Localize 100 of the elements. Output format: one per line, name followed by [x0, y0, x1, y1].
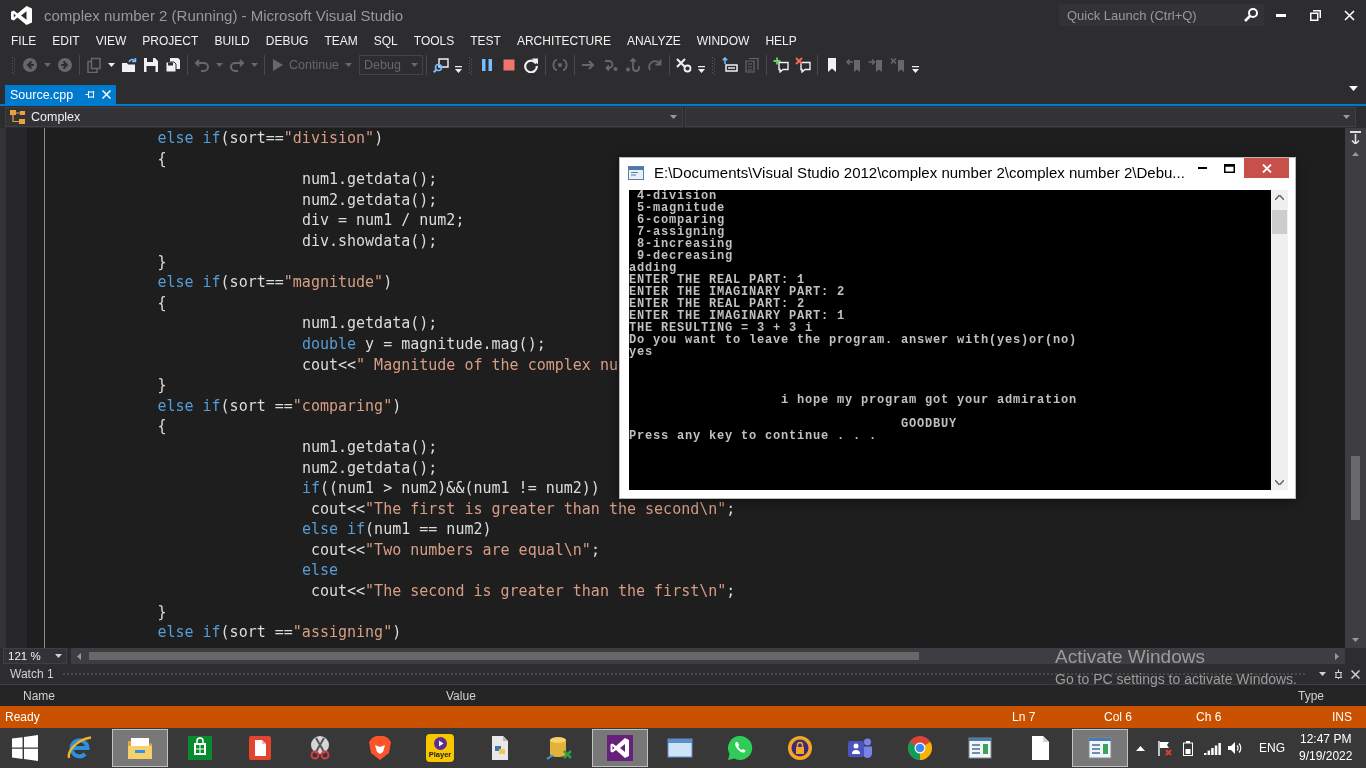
column-header[interactable]: Type — [1298, 688, 1366, 703]
close-button[interactable] — [1244, 158, 1289, 178]
scrollbar-thumb[interactable] — [1351, 456, 1360, 520]
menu-item[interactable]: TEAM — [316, 30, 366, 51]
quick-launch-field[interactable]: Quick Launch (Ctrl+Q) — [1059, 4, 1264, 26]
caret-icon[interactable] — [1349, 86, 1358, 91]
stop-icon[interactable] — [501, 57, 518, 73]
pin-icon[interactable] — [1334, 669, 1343, 679]
floppy-disk-icon[interactable] — [143, 57, 159, 73]
scrollbar-thumb[interactable] — [89, 652, 919, 660]
menu-item[interactable]: FILE — [3, 30, 45, 51]
comment-plus-icon[interactable] — [773, 57, 790, 73]
scope-dropdown[interactable]: Complex — [5, 107, 683, 127]
code-line: num1.getdata(); — [301, 314, 438, 333]
window-title: complex number 2 (Running) - Microsoft Visual Studio — [44, 6, 404, 24]
menu-item[interactable]: DEBUG — [257, 30, 317, 51]
menu-item[interactable]: PROJECT — [134, 30, 207, 51]
zoom-dropdown[interactable]: 121 % — [3, 648, 67, 664]
shopping-bag-icon — [186, 734, 214, 762]
caret-left-icon[interactable] — [77, 652, 81, 660]
console-line: 9-decreasing — [637, 249, 734, 263]
menu-item[interactable]: HELP — [757, 30, 805, 51]
menu-item[interactable]: SQL — [365, 30, 406, 51]
column-header[interactable]: Name — [23, 688, 446, 703]
menu-item[interactable]: ANALYZE — [618, 30, 689, 51]
document-tile-icon — [246, 734, 274, 762]
line-indicator: Ln 7 — [1012, 710, 1037, 724]
caret-down-icon[interactable] — [1352, 638, 1359, 642]
menu-item[interactable]: TOOLS — [405, 30, 463, 51]
menu-item[interactable]: WINDOW — [688, 30, 758, 51]
floppy-disks-icon[interactable] — [165, 57, 181, 73]
code-line: { — [157, 149, 167, 168]
insert-mode-indicator: INS — [1332, 710, 1353, 724]
clock-time[interactable]: 12:47 PM — [1300, 731, 1352, 748]
caret-icon — [55, 654, 62, 658]
console-line: Press any key to continue . . . — [629, 429, 878, 443]
code-line: num1.getdata(); — [301, 170, 438, 189]
padlock-icon — [786, 734, 814, 762]
flag-icon[interactable] — [1157, 740, 1172, 756]
console-line: 4-division — [637, 190, 718, 203]
console-line: ENTER THE REAL PART: 2 — [629, 297, 806, 311]
code-line: { — [157, 293, 167, 312]
status-message: Ready — [4, 710, 41, 724]
code-line: } — [157, 602, 167, 621]
caret-icon — [1343, 115, 1350, 119]
battery-icon[interactable] — [1182, 740, 1194, 756]
overflow-caret-icon[interactable] — [698, 65, 706, 73]
console-title: E:\Documents\Visual Studio 2012\complex number 2\complex number 2\Debu... — [654, 164, 1185, 181]
chevron-up-icon[interactable] — [1275, 195, 1284, 200]
menu-item[interactable]: ARCHITECTURE — [508, 30, 619, 51]
document-window-icon — [1086, 734, 1114, 762]
chevron-down-icon[interactable] — [1275, 480, 1284, 485]
console-line: i hope my program got your admiration — [781, 393, 1078, 407]
code-line: if((num1 > num2)&&(num1 != num2)) — [301, 479, 600, 498]
scrollbar-thumb[interactable] — [1272, 210, 1287, 234]
caret-right-icon[interactable] — [1335, 652, 1339, 660]
code-line: cout<<"The second is greater than the first\n"; — [310, 582, 736, 601]
overflow-caret-icon[interactable] — [912, 65, 920, 73]
console-line: 6-comparing — [637, 213, 726, 227]
clock-date[interactable]: 9/19/2022 — [1299, 748, 1353, 765]
speaker-icon[interactable] — [1228, 741, 1243, 755]
menu-item[interactable]: BUILD — [206, 30, 258, 51]
split-handle-icon[interactable] — [1350, 131, 1361, 144]
window-search-icon[interactable] — [433, 57, 450, 73]
column-header[interactable]: Value — [446, 688, 1298, 703]
database-icon — [546, 734, 574, 762]
language-indicator[interactable]: ENG — [1259, 741, 1285, 755]
windows-logo-icon — [12, 735, 38, 761]
console-line: yes — [629, 345, 653, 359]
caret-up-icon[interactable] — [1136, 745, 1145, 751]
caret-icon[interactable] — [1319, 672, 1326, 676]
signal-icon[interactable] — [1204, 741, 1221, 755]
maximize-icon — [1224, 163, 1235, 173]
restart-icon[interactable] — [523, 57, 540, 73]
caret-icon[interactable] — [108, 63, 115, 67]
menu-item[interactable]: VIEW — [87, 30, 135, 51]
taskbar-button[interactable] — [592, 729, 648, 767]
ribbon-logo-icon — [606, 734, 634, 762]
window-arrow-icon[interactable] — [722, 57, 739, 73]
console-line: 8-increasing — [637, 237, 734, 251]
code-line: else if(sort=="magnitude") — [157, 273, 393, 292]
code-line: div.showdata(); — [301, 231, 438, 250]
color-wheel-icon — [906, 734, 934, 762]
play-icon — [273, 59, 283, 71]
menu-item[interactable]: EDIT — [44, 30, 88, 51]
close-icon[interactable] — [1351, 669, 1360, 679]
menu-item[interactable]: TEST — [462, 30, 509, 51]
panel-title: Watch 1 — [10, 667, 54, 681]
code-line: { — [157, 417, 167, 436]
play-circle-icon — [433, 737, 447, 750]
code-line: else if(sort =="comparing") — [157, 396, 402, 415]
folder-icon[interactable] — [121, 57, 137, 73]
minimize-icon — [1276, 13, 1286, 17]
cross-circle-icon[interactable] — [676, 57, 693, 73]
phone-bubble-icon — [726, 734, 754, 762]
console-line: ENTER THE REAL PART: 1 — [629, 273, 806, 287]
connected-boxes-icon — [10, 110, 26, 124]
comment-cross-icon[interactable] — [795, 57, 812, 73]
overflow-caret-icon[interactable] — [455, 65, 463, 73]
code-line: num2.getdata(); — [301, 190, 438, 209]
